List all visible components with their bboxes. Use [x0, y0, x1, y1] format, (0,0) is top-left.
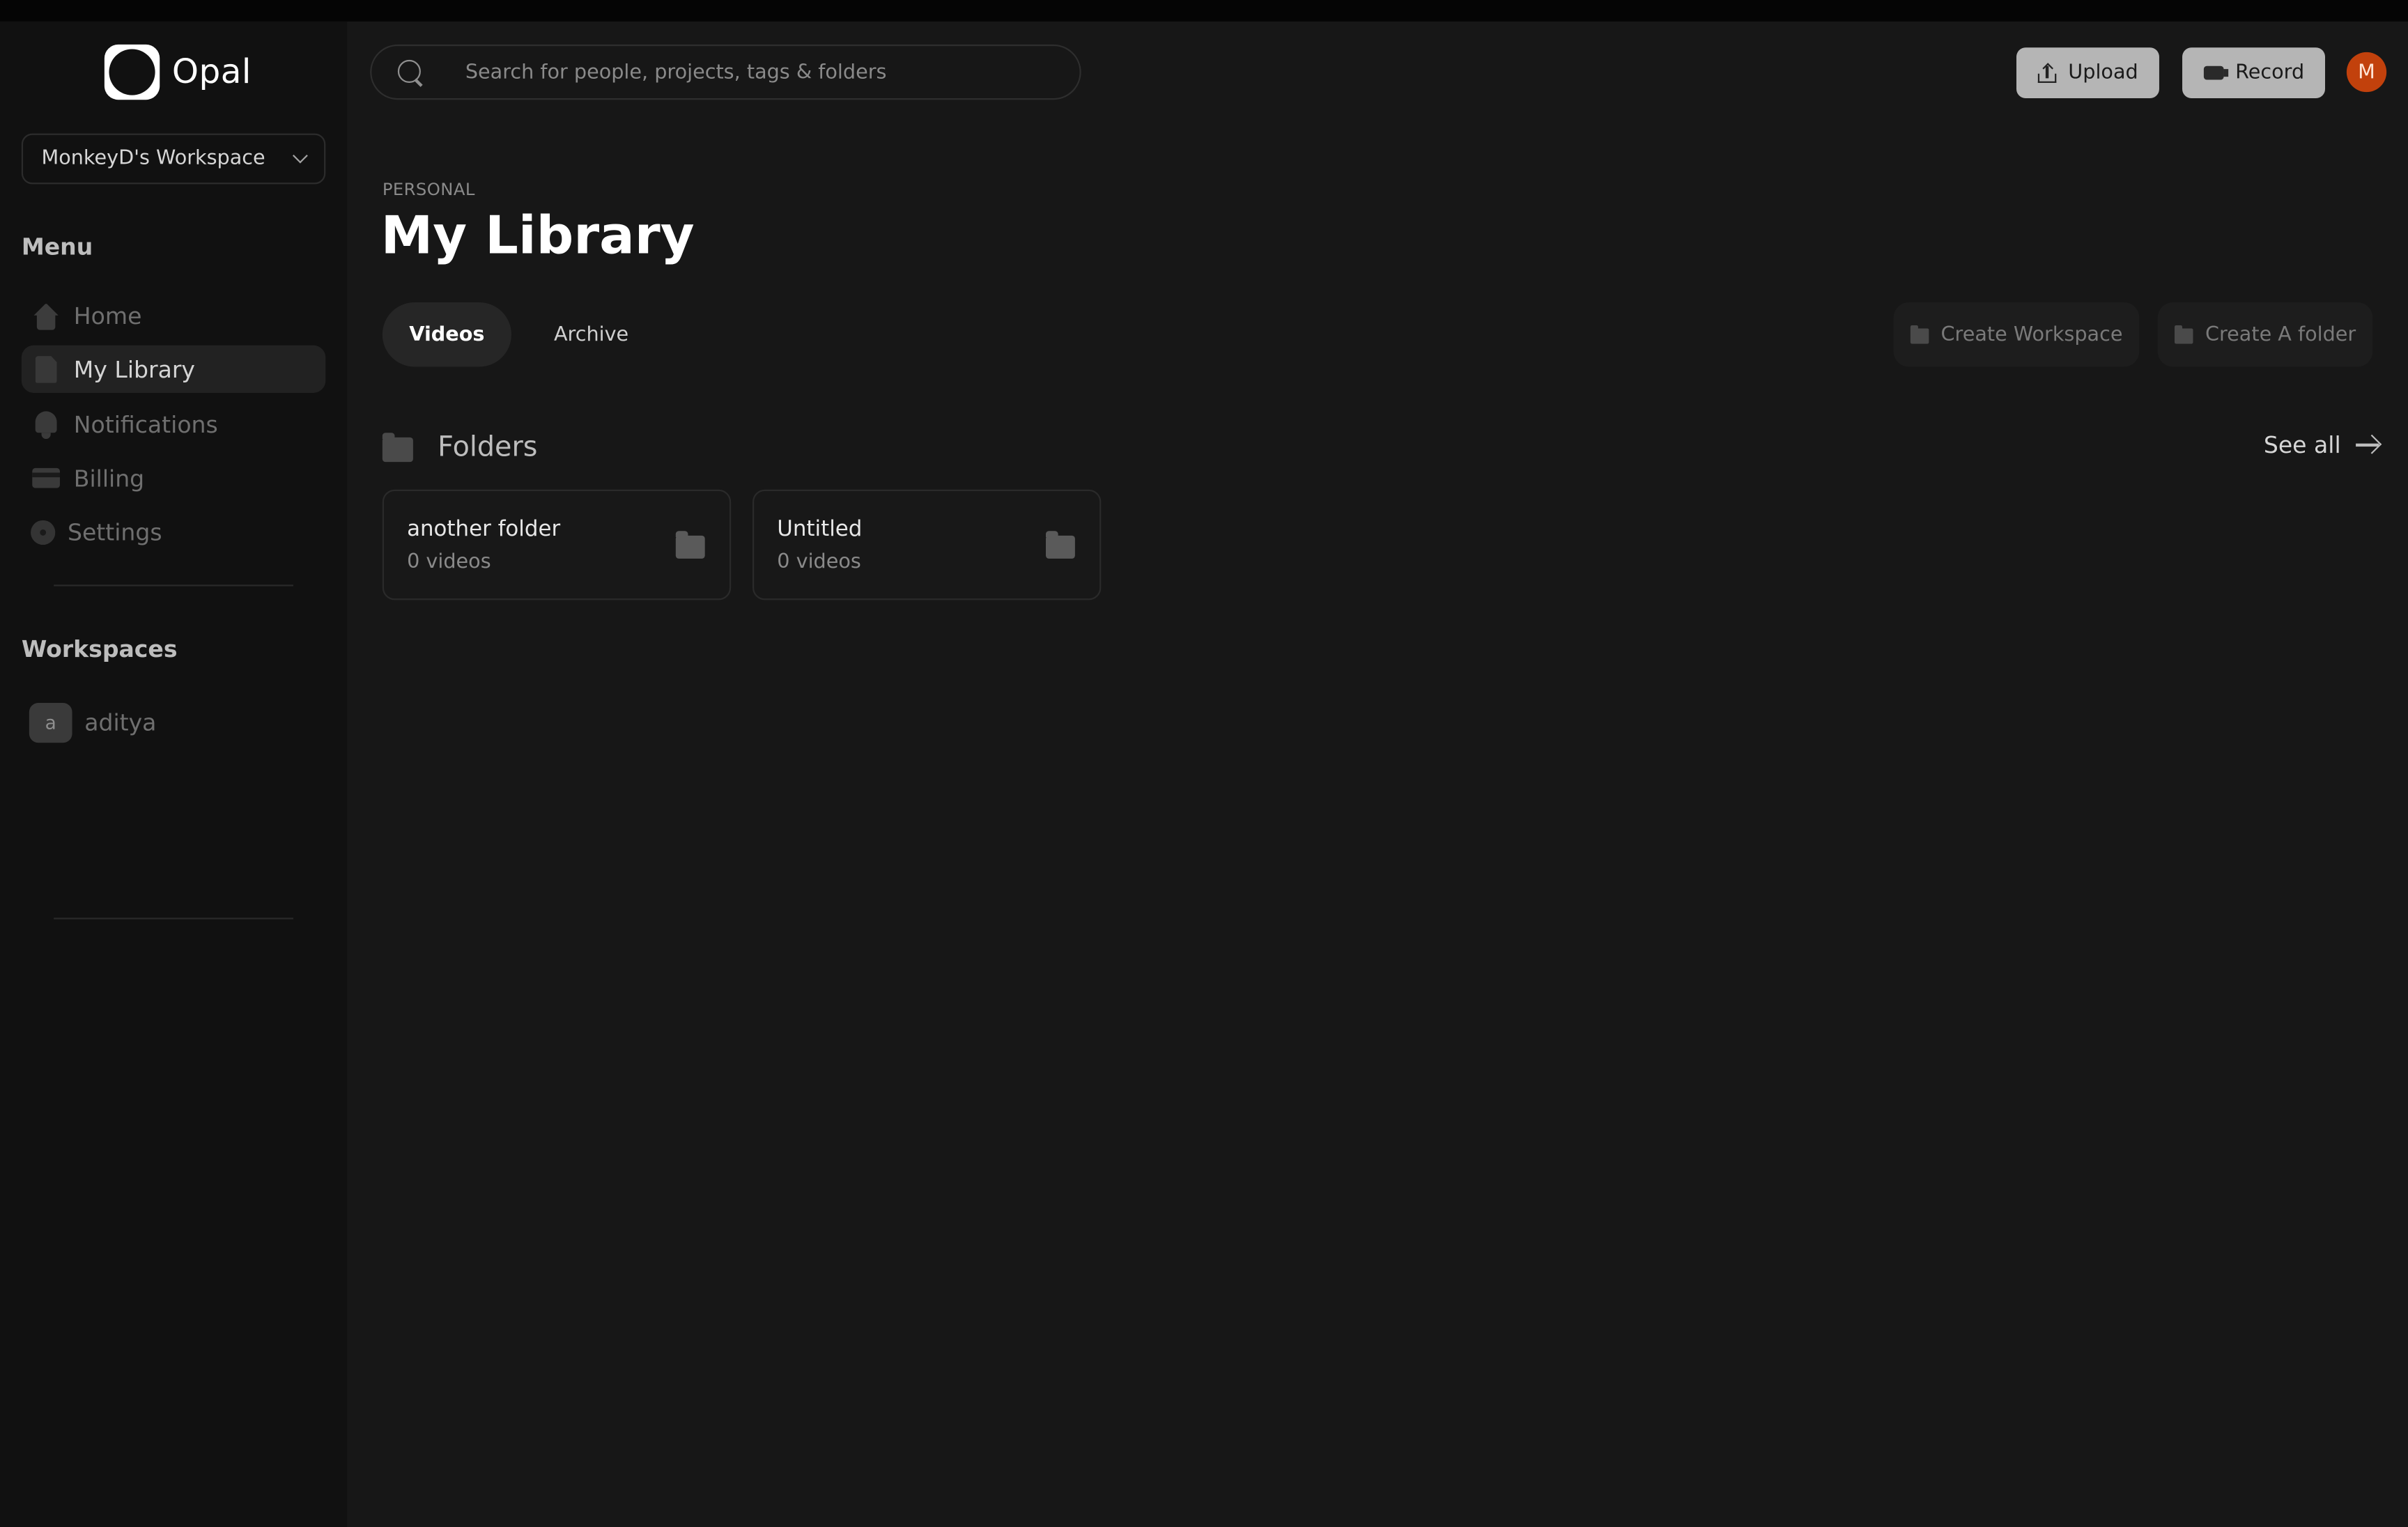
workspaces-section-title: Workspaces — [21, 635, 178, 663]
folder-name: another folder — [407, 517, 561, 542]
page-title: My Library — [380, 206, 695, 268]
home-icon — [31, 300, 61, 331]
folder-card[interactable]: another folder 0 videos — [382, 489, 732, 600]
sidebar-item-label: Settings — [67, 518, 162, 546]
sidebar-item-settings[interactable]: Settings — [22, 508, 325, 555]
sidebar-item-my-library[interactable]: My Library — [21, 345, 326, 393]
sidebar: Opal MonkeyD's Workspace Menu Home My Li… — [0, 21, 348, 1527]
sidebar-item-label: My Library — [73, 355, 196, 383]
gear-icon — [28, 516, 59, 547]
opal-logo-icon — [104, 44, 160, 100]
folder-card[interactable]: Untitled 0 videos — [752, 489, 1102, 600]
sidebar-divider — [54, 917, 293, 920]
see-all-label: See all — [2263, 431, 2341, 459]
record-button-label: Record — [2235, 61, 2305, 85]
folder-icon — [2174, 324, 2193, 343]
menu-section-title: Menu — [21, 233, 93, 261]
chevron-down-icon — [292, 148, 308, 164]
folders-header: Folders — [382, 431, 538, 464]
workspace-select-value: MonkeyD's Workspace — [41, 147, 265, 171]
upload-icon — [2037, 63, 2056, 82]
create-folder-label: Create A folder — [2205, 323, 2356, 346]
folder-icon — [382, 433, 413, 463]
document-icon — [31, 354, 61, 385]
folder-icon — [1910, 324, 1929, 343]
app-logo[interactable]: Opal — [104, 43, 252, 102]
create-workspace-label: Create Workspace — [1940, 323, 2123, 346]
app-name: Opal — [171, 53, 252, 92]
search-input[interactable] — [465, 55, 1049, 89]
see-all-link[interactable]: See all — [2264, 431, 2381, 459]
sidebar-item-label: Home — [73, 301, 142, 330]
workspace-name: aditya — [84, 708, 157, 737]
credit-card-icon — [31, 463, 61, 493]
folder-icon — [675, 531, 705, 559]
record-button[interactable]: Record — [2182, 47, 2326, 98]
sidebar-item-billing[interactable]: Billing — [22, 454, 325, 502]
search-bar[interactable] — [370, 44, 1081, 100]
workspace-select[interactable]: MonkeyD's Workspace — [21, 133, 326, 185]
create-workspace-button[interactable]: Create Workspace — [1893, 302, 2140, 367]
arrow-right-icon — [2356, 434, 2381, 456]
upload-button-label: Upload — [2068, 61, 2138, 85]
tab-videos[interactable]: Videos — [382, 302, 511, 367]
folder-video-count: 0 videos — [407, 550, 491, 574]
sidebar-item-home[interactable]: Home — [22, 292, 325, 339]
video-camera-icon — [2202, 65, 2228, 80]
sidebar-item-notifications[interactable]: Notifications — [22, 401, 325, 448]
create-folder-button[interactable]: Create A folder — [2157, 302, 2373, 367]
sidebar-item-label: Billing — [73, 464, 145, 493]
search-icon — [397, 59, 424, 86]
folder-video-count: 0 videos — [777, 550, 861, 574]
upload-button[interactable]: Upload — [2016, 47, 2159, 98]
sidebar-divider — [54, 584, 293, 587]
user-avatar[interactable]: M — [2346, 52, 2387, 93]
folder-name: Untitled — [777, 517, 863, 542]
workspace-item-aditya[interactable]: a aditya — [29, 702, 157, 743]
folders-section-title: Folders — [438, 431, 538, 464]
folder-icon — [1045, 531, 1075, 559]
page-eyebrow: PERSONAL — [382, 179, 475, 200]
sidebar-item-label: Notifications — [73, 410, 218, 438]
tab-archive[interactable]: Archive — [527, 302, 656, 367]
workspace-avatar: a — [29, 702, 72, 743]
window-top-strip — [0, 0, 2408, 22]
bell-icon — [31, 409, 61, 440]
